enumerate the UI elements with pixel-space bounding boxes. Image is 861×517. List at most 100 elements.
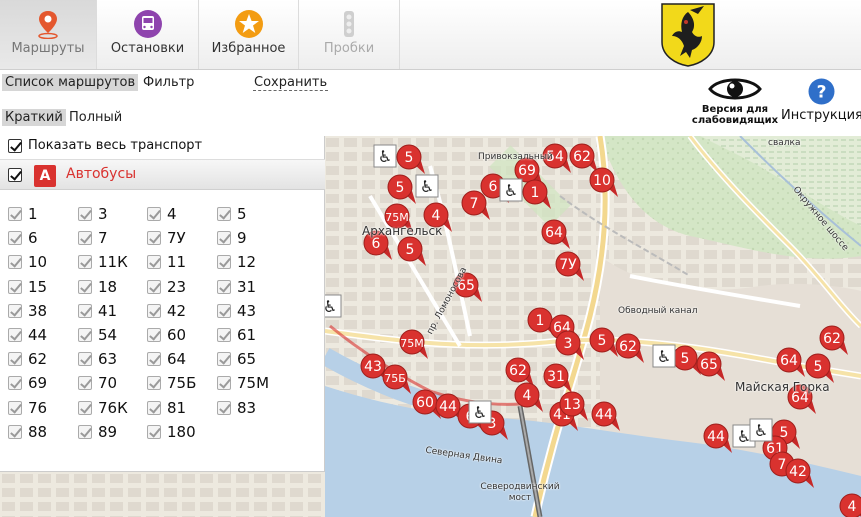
route-checkbox[interactable] — [78, 279, 92, 294]
route-checkbox[interactable] — [147, 400, 161, 415]
route-number[interactable]: 43 — [237, 302, 256, 320]
route-number[interactable]: 64 — [167, 350, 186, 368]
route-checkbox[interactable] — [217, 255, 231, 270]
route-checkbox[interactable] — [147, 279, 161, 294]
full-view-link[interactable]: Полный — [66, 109, 125, 126]
wheelchair-stop-icon[interactable]: ♿ — [749, 418, 773, 442]
route-number[interactable]: 83 — [237, 399, 256, 417]
route-number[interactable]: 7 — [98, 229, 108, 247]
route-list-link[interactable]: Список маршрутов — [2, 74, 139, 91]
route-checkbox[interactable] — [8, 231, 22, 246]
route-number[interactable]: 9 — [237, 229, 247, 247]
route-checkbox[interactable] — [8, 303, 22, 318]
route-checkbox[interactable] — [8, 424, 22, 439]
route-checkbox[interactable] — [78, 303, 92, 318]
route-checkbox[interactable] — [147, 376, 161, 391]
route-checkbox[interactable] — [147, 207, 161, 221]
low-vision-version-button[interactable]: Версия для слабовидящих — [690, 74, 780, 130]
route-checkbox[interactable] — [78, 376, 92, 391]
route-checkbox[interactable] — [78, 424, 92, 439]
route-number[interactable]: 69 — [28, 374, 47, 392]
route-number[interactable]: 6 — [28, 229, 38, 247]
route-number[interactable]: 41 — [98, 302, 117, 320]
route-checkbox[interactable] — [8, 255, 22, 270]
route-number[interactable]: 10 — [28, 253, 47, 271]
route-checkbox[interactable] — [217, 328, 231, 342]
route-number[interactable]: 76К — [98, 399, 128, 417]
show-all-label[interactable]: Показать весь транспорт — [28, 138, 202, 153]
route-number[interactable]: 70 — [98, 374, 117, 392]
route-checkbox[interactable] — [8, 328, 22, 342]
route-number[interactable]: 75М — [237, 374, 269, 392]
route-checkbox[interactable] — [8, 352, 22, 367]
route-checkbox[interactable] — [217, 400, 231, 415]
route-number[interactable]: 15 — [28, 278, 47, 296]
route-number[interactable]: 54 — [98, 326, 117, 344]
route-number[interactable]: 180 — [167, 423, 196, 441]
route-checkbox[interactable] — [147, 231, 161, 246]
route-checkbox[interactable] — [78, 231, 92, 246]
route-checkbox[interactable] — [78, 207, 92, 221]
route-checkbox[interactable] — [147, 255, 161, 270]
instructions-button[interactable]: ? Инструкция — [781, 78, 861, 130]
show-all-checkbox[interactable] — [8, 139, 22, 153]
route-checkbox[interactable] — [217, 279, 231, 294]
route-number[interactable]: 5 — [237, 205, 247, 223]
brief-view-link[interactable]: Краткий — [2, 109, 66, 126]
route-checkbox[interactable] — [8, 207, 22, 221]
buses-group-header[interactable]: А Автобусы — [0, 159, 325, 190]
route-number[interactable]: 63 — [98, 350, 117, 368]
route-number[interactable]: 11К — [98, 253, 128, 271]
route-checkbox[interactable] — [147, 328, 161, 342]
tab-traffic[interactable]: Пробки — [299, 0, 400, 69]
wheelchair-stop-icon[interactable]: ♿ — [499, 178, 523, 202]
route-checkbox[interactable] — [147, 303, 161, 318]
wheelchair-stop-icon[interactable]: ♿ — [468, 400, 492, 424]
route-checkbox[interactable] — [78, 400, 92, 415]
route-number[interactable]: 61 — [237, 326, 256, 344]
route-checkbox[interactable] — [78, 255, 92, 270]
route-checkbox[interactable] — [217, 352, 231, 367]
route-checkbox[interactable] — [147, 424, 161, 439]
route-number[interactable]: 81 — [167, 399, 186, 417]
route-checkbox[interactable] — [217, 207, 231, 221]
route-number[interactable]: 11 — [167, 253, 186, 271]
wheelchair-stop-icon[interactable]: ♿ — [373, 144, 397, 168]
route-number[interactable]: 18 — [98, 278, 117, 296]
route-checkbox[interactable] — [8, 376, 22, 391]
route-number[interactable]: 42 — [167, 302, 186, 320]
route-checkbox[interactable] — [217, 303, 231, 318]
filter-link[interactable]: Фильтр — [140, 74, 197, 91]
wheelchair-stop-icon[interactable]: ♿ — [652, 344, 676, 368]
route-number[interactable]: 7У — [167, 229, 186, 247]
route-number[interactable]: 38 — [28, 302, 47, 320]
wheelchair-stop-icon[interactable]: ♿ — [415, 174, 439, 198]
route-checkbox[interactable] — [78, 328, 92, 342]
route-number[interactable]: 88 — [28, 423, 47, 441]
route-checkbox[interactable] — [78, 352, 92, 367]
route-number[interactable]: 89 — [98, 423, 117, 441]
route-number[interactable]: 65 — [237, 350, 256, 368]
route-number[interactable]: 1 — [28, 205, 38, 223]
tab-routes[interactable]: Маршруты — [0, 0, 97, 69]
buses-group-checkbox[interactable] — [8, 168, 22, 182]
route-checkbox[interactable] — [217, 231, 231, 246]
route-number[interactable]: 62 — [28, 350, 47, 368]
save-link-wrap[interactable]: Сохранить — [250, 74, 331, 91]
tab-favorites[interactable]: Избранное — [199, 0, 299, 69]
route-number[interactable]: 76 — [28, 399, 47, 417]
route-number[interactable]: 23 — [167, 278, 186, 296]
route-marker[interactable]: 4 — [839, 493, 861, 517]
route-checkbox[interactable] — [8, 279, 22, 294]
route-checkbox[interactable] — [8, 400, 22, 415]
route-checkbox[interactable] — [217, 376, 231, 391]
route-number[interactable]: 75Б — [167, 374, 196, 392]
route-number[interactable]: 44 — [28, 326, 47, 344]
route-checkbox[interactable] — [147, 352, 161, 367]
route-number[interactable]: 3 — [98, 205, 108, 223]
route-number[interactable]: 4 — [167, 205, 177, 223]
route-number[interactable]: 12 — [237, 253, 256, 271]
route-number[interactable]: 60 — [167, 326, 186, 344]
save-link[interactable]: Сохранить — [253, 75, 329, 91]
tab-stops[interactable]: Остановки — [97, 0, 199, 69]
